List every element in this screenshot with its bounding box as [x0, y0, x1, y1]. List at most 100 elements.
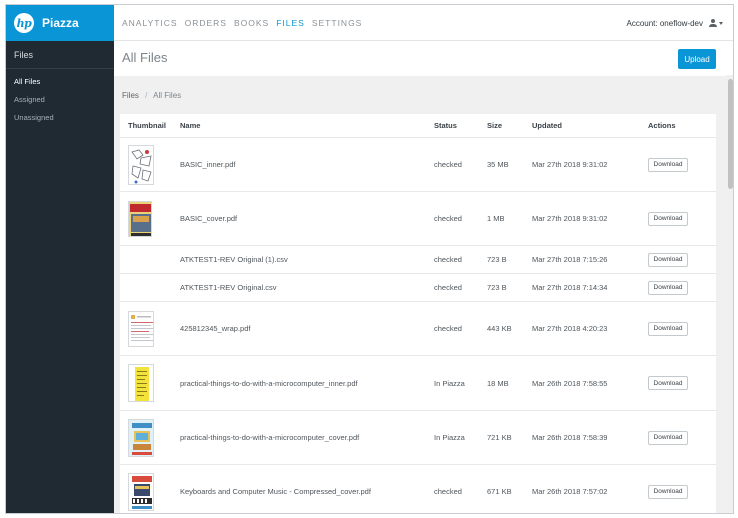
nav-orders[interactable]: ORDERS: [185, 18, 227, 28]
header-actions: Actions: [648, 121, 676, 130]
download-button[interactable]: Download: [648, 252, 688, 267]
files-table: Thumbnail Name Status Size Updated Actio…: [120, 114, 716, 513]
nav-books[interactable]: BOOKS: [234, 18, 269, 28]
header-status[interactable]: Status: [434, 121, 487, 130]
file-size: 18 MB: [487, 378, 509, 388]
scroll-thumb[interactable]: [728, 79, 733, 189]
file-status: checked: [434, 324, 462, 333]
file-size: 723 B: [487, 283, 507, 292]
download-button[interactable]: Download: [648, 430, 688, 445]
actions-cell: Download: [648, 484, 716, 499]
header-name[interactable]: Name: [180, 121, 434, 130]
brand[interactable]: hp Piazza: [6, 5, 114, 41]
caret-down-icon: [719, 21, 723, 25]
file-name: ATKTEST1-REV Original.csv: [180, 283, 277, 292]
breadcrumb-separator: /: [145, 91, 148, 100]
file-status: checked: [434, 283, 462, 292]
hp-logo: hp: [14, 13, 34, 33]
table-row[interactable]: practical-things-to-do-with-a-microcompu…: [120, 411, 716, 465]
file-size: 35 MB: [487, 160, 509, 169]
file-size: 723 B: [487, 255, 507, 264]
sidebar-title: Files: [6, 41, 114, 69]
file-size: 443 KB: [487, 324, 512, 333]
actions-cell: Download: [648, 280, 716, 295]
thumbnail-image[interactable]: [128, 310, 154, 347]
table-row[interactable]: 425812345_wrap.pdf checked 443 KB Mar 27…: [120, 302, 716, 356]
actions-cell: Download: [648, 252, 716, 267]
file-updated: Mar 27th 2018 7:14:34: [532, 283, 608, 292]
app-name: Piazza: [42, 16, 79, 30]
sidebar-item-all-files[interactable]: All Files: [6, 73, 114, 91]
download-button[interactable]: Download: [648, 321, 688, 336]
actions-cell: Download: [648, 376, 716, 390]
actions-cell: Download: [648, 211, 716, 226]
table-row[interactable]: ATKTEST1-REV Original.csv checked 723 B …: [120, 274, 716, 302]
line-art-thumbnail-icon: [129, 145, 153, 184]
text-page-thumbnail-icon: [129, 311, 153, 346]
thumbnail-image[interactable]: [128, 418, 154, 457]
user-icon: [709, 19, 717, 27]
file-size: 671 KB: [487, 487, 512, 496]
table-row[interactable]: BASIC_cover.pdf checked 1 MB Mar 27th 20…: [120, 192, 716, 246]
header-size[interactable]: Size: [487, 121, 532, 130]
app-window: hp Piazza ANALYTICS ORDERS BOOKS FILES S…: [5, 4, 734, 514]
table-row[interactable]: BASIC_inner.pdf checked 35 MB Mar 27th 2…: [120, 138, 716, 192]
download-button[interactable]: Download: [648, 157, 688, 172]
actions-cell: Download: [648, 430, 716, 445]
thumbnail-cell: [120, 200, 180, 237]
download-button[interactable]: Download: [648, 484, 688, 499]
sidebar: Files All Files Assigned Unassigned: [6, 41, 114, 513]
page-title: All Files: [122, 50, 168, 65]
thumbnail-image[interactable]: [128, 200, 152, 237]
thumbnail-image[interactable]: [128, 472, 154, 511]
upload-button[interactable]: Upload: [678, 49, 716, 69]
thumbnail-image[interactable]: [128, 364, 154, 402]
page-header: All Files Upload: [114, 41, 733, 76]
file-status: checked: [434, 487, 462, 496]
file-updated: Mar 26th 2018 7:57:02: [532, 487, 608, 496]
file-name: ATKTEST1-REV Original (1).csv: [180, 255, 288, 264]
nav-analytics[interactable]: ANALYTICS: [122, 18, 178, 28]
download-button[interactable]: Download: [648, 211, 688, 226]
file-name: Keyboards and Computer Music - Compresse…: [180, 487, 371, 496]
file-updated: Mar 27th 2018 9:31:02: [532, 160, 608, 169]
breadcrumb-files[interactable]: Files: [122, 91, 139, 100]
sidebar-item-unassigned[interactable]: Unassigned: [6, 109, 114, 127]
file-updated: Mar 27th 2018 9:31:02: [532, 214, 608, 223]
account-menu[interactable]: Account: oneflow-dev: [627, 5, 723, 41]
breadcrumb: Files / All Files: [122, 91, 181, 100]
sidebar-list: All Files Assigned Unassigned: [6, 69, 114, 127]
yellow-page-thumbnail-icon: [129, 365, 153, 401]
nav-files[interactable]: FILES: [276, 18, 305, 28]
file-size: 721 KB: [487, 433, 512, 442]
file-updated: Mar 26th 2018 7:58:55: [532, 378, 608, 388]
thumbnail-image[interactable]: [128, 144, 154, 185]
file-status: In Piazza: [434, 378, 465, 388]
thumbnail-cell: [120, 144, 180, 185]
thumbnail-cell: [120, 364, 180, 402]
top-bar: hp Piazza ANALYTICS ORDERS BOOKS FILES S…: [6, 5, 733, 41]
thumbnail-cell: [120, 310, 180, 347]
header-updated[interactable]: Updated: [532, 121, 648, 130]
file-name: BASIC_inner.pdf: [180, 160, 236, 169]
table-row[interactable]: Keyboards and Computer Music - Compresse…: [120, 465, 716, 513]
file-updated: Mar 27th 2018 4:20:23: [532, 324, 608, 333]
file-status: checked: [434, 160, 462, 169]
scrollbar[interactable]: [726, 75, 733, 513]
file-name: practical-things-to-do-with-a-microcompu…: [180, 378, 358, 388]
download-button[interactable]: Download: [648, 376, 688, 390]
main-nav: ANALYTICS ORDERS BOOKS FILES SETTINGS: [122, 5, 369, 41]
table-row[interactable]: practical-things-to-do-with-a-microcompu…: [120, 356, 716, 411]
nav-settings[interactable]: SETTINGS: [312, 18, 363, 28]
file-status: In Piazza: [434, 433, 465, 442]
table-header: Thumbnail Name Status Size Updated Actio…: [120, 114, 716, 138]
sidebar-item-assigned[interactable]: Assigned: [6, 91, 114, 109]
file-updated: Mar 27th 2018 7:15:26: [532, 255, 608, 264]
breadcrumb-current: All Files: [153, 91, 182, 100]
download-button[interactable]: Download: [648, 280, 688, 295]
file-status: checked: [434, 214, 462, 223]
file-size: 1 MB: [487, 214, 505, 223]
table-row[interactable]: ATKTEST1-REV Original (1).csv checked 72…: [120, 246, 716, 274]
thumbnail-cell: [120, 472, 180, 511]
actions-cell: Download: [648, 321, 716, 336]
